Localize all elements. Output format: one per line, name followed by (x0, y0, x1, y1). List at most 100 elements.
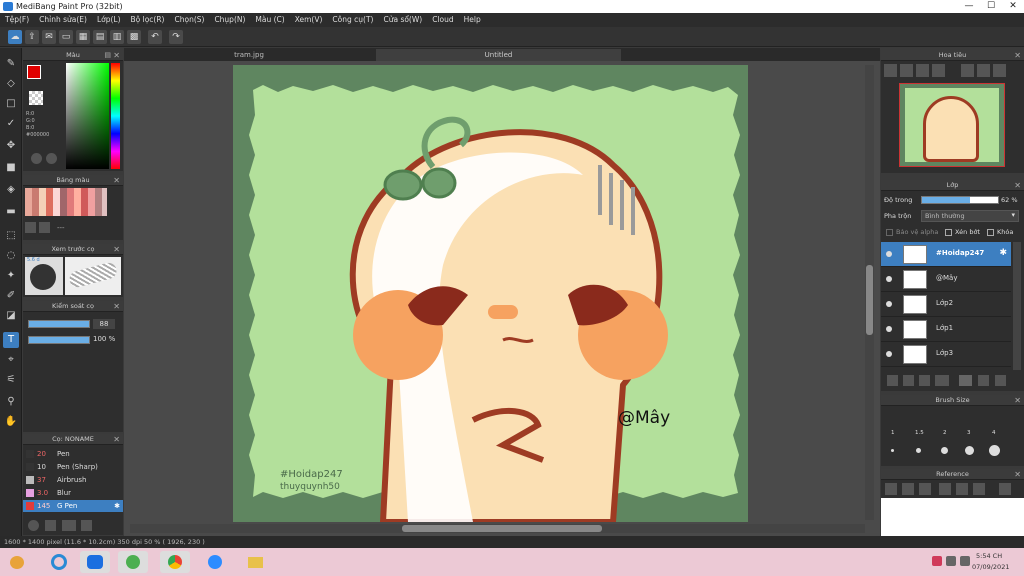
new-brush-icon[interactable] (45, 520, 56, 531)
brush-item[interactable]: 20 Pen (23, 448, 123, 460)
close-icon[interactable]: ✕ (113, 434, 120, 445)
menu-view[interactable]: Xem(V) (290, 13, 328, 26)
file-explorer-icon[interactable] (240, 551, 270, 573)
color-tool-icon[interactable] (46, 153, 57, 164)
rect-icon[interactable]: □ (3, 96, 19, 112)
eye-icon[interactable] (886, 251, 892, 257)
redo-icon[interactable]: ↷ (169, 30, 183, 44)
close-icon[interactable]: ✕ (1014, 180, 1021, 191)
layer-row-selected[interactable]: #Hoidap247 ✱ (881, 242, 1011, 267)
new-8bit-layer-icon[interactable] (919, 375, 930, 386)
brush-item[interactable]: 3.0 Blur (23, 487, 123, 499)
transparent-swatch[interactable] (29, 91, 43, 105)
horizontal-scrollbar-thumb[interactable] (402, 525, 602, 532)
hue-slider[interactable] (111, 63, 120, 169)
menu-file[interactable]: Tệp(F) (0, 13, 34, 26)
text-icon[interactable]: T (3, 332, 19, 348)
eye-icon[interactable] (886, 301, 892, 307)
comment-icon[interactable]: ✉ (42, 30, 56, 44)
close-icon[interactable]: ✕ (1014, 50, 1021, 61)
undo-icon[interactable]: ↶ (148, 30, 162, 44)
coccoc-icon[interactable] (118, 551, 148, 573)
brush-icon[interactable]: ✎ (3, 56, 19, 72)
select-eraser-icon[interactable]: ◪ (3, 308, 19, 324)
canvas[interactable]: @Mây #Hoidap247 thuyquynh50 (233, 65, 748, 525)
vertical-scrollbar[interactable] (865, 65, 874, 520)
reset-rotate-icon[interactable] (977, 64, 990, 77)
zoom-in-icon[interactable] (939, 483, 951, 495)
open-folder-icon[interactable] (902, 483, 914, 495)
menu-layer[interactable]: Lớp(L) (92, 13, 126, 26)
zoom-app-icon[interactable] (200, 551, 230, 573)
add-brush-icon[interactable] (28, 520, 39, 531)
close-icon[interactable]: ✕ (113, 301, 120, 312)
zalo-icon[interactable] (80, 551, 110, 573)
protect-alpha-checkbox[interactable] (886, 229, 893, 236)
columns-icon[interactable]: ▥ (110, 30, 124, 44)
new-palette-icon[interactable] (25, 222, 36, 233)
dot-icon[interactable]: ✓ (3, 116, 19, 132)
divide-icon[interactable]: ⚟ (3, 372, 19, 388)
chat-icon[interactable]: ▭ (59, 30, 73, 44)
rotate-icon[interactable] (961, 64, 974, 77)
foreground-color-swatch[interactable] (27, 65, 41, 79)
magic-wand-icon[interactable]: ✦ (3, 268, 19, 284)
upload-icon[interactable]: ⇪ (25, 30, 39, 44)
menu-help[interactable]: Help (459, 13, 486, 26)
fill-rect-icon[interactable]: ■ (3, 160, 19, 176)
brush-item[interactable]: 10 Pen (Sharp) (23, 461, 123, 473)
eraser-icon[interactable]: ◇ (3, 76, 19, 92)
menu-edit[interactable]: Chỉnh sửa(E) (34, 13, 92, 26)
brush-item-selected[interactable]: 145 G Pen ✱ (23, 500, 123, 512)
color-sv-picker[interactable] (66, 63, 109, 169)
zoom-out-icon[interactable] (932, 64, 945, 77)
select-pen-icon[interactable]: ✐ (3, 288, 19, 304)
close-button[interactable]: ✕ (1002, 0, 1024, 13)
layer-row[interactable]: Lớp3 (881, 342, 1011, 367)
volume-icon[interactable] (960, 556, 970, 566)
grid-icon[interactable]: ▦ (76, 30, 90, 44)
menu-snap[interactable]: Chụp(N) (209, 13, 250, 26)
close-icon[interactable]: ✕ (1014, 469, 1021, 480)
lock-checkbox[interactable] (987, 229, 994, 236)
zoom-fit-icon[interactable] (956, 483, 968, 495)
brush-item[interactable]: 37 Airbrush (23, 474, 123, 486)
layer-row[interactable]: @Mây (881, 267, 1011, 292)
ie-icon[interactable] (44, 551, 74, 573)
gradient-icon[interactable]: ▬ (3, 204, 19, 220)
menu-icon[interactable]: ▤ (104, 50, 111, 61)
tray-icon[interactable] (932, 556, 942, 566)
navigator-thumbnail[interactable] (899, 83, 1005, 167)
tab-untitled[interactable]: Untitled (376, 49, 621, 61)
merge-layer-icon[interactable] (995, 375, 1006, 386)
menu-tools[interactable]: Công cụ(T) (327, 13, 378, 26)
layer-opacity-slider[interactable] (921, 196, 999, 204)
upload-icon[interactable] (885, 483, 897, 495)
eyedropper-icon[interactable]: ⚲ (3, 394, 19, 410)
menu-select[interactable]: Chọn(S) (169, 13, 209, 26)
select-icon[interactable]: ⬚ (3, 228, 19, 244)
menu-filter[interactable]: Bộ lọc(R) (126, 13, 170, 26)
close-icon[interactable]: ✕ (113, 244, 120, 255)
close-icon[interactable] (919, 483, 931, 495)
horizontal-scrollbar[interactable] (130, 524, 865, 533)
blend-mode-select[interactable]: Bình thường ▾ (921, 210, 1019, 222)
brush-settings-icon[interactable] (81, 520, 92, 531)
brush-opacity-slider[interactable] (28, 336, 90, 344)
zoom-in-icon[interactable] (884, 64, 897, 77)
clip-checkbox[interactable] (945, 229, 952, 236)
lasso-icon[interactable]: ◌ (3, 248, 19, 264)
size-dot[interactable] (891, 449, 894, 452)
maximize-button[interactable]: ☐ (980, 0, 1002, 13)
new-halftone-layer-icon[interactable] (903, 375, 914, 386)
menu-color[interactable]: Màu (C) (250, 13, 289, 26)
eye-icon[interactable] (886, 351, 892, 357)
hand-icon[interactable]: ✋ (3, 414, 19, 430)
cloud-icon[interactable]: ☁ (8, 30, 22, 44)
close-icon[interactable]: ✕ (1014, 395, 1021, 406)
eye-icon[interactable] (886, 326, 892, 332)
duplicate-layer-icon[interactable] (978, 375, 989, 386)
gear-icon[interactable]: ✱ (999, 248, 1007, 258)
flip-icon[interactable] (993, 64, 1006, 77)
palette-swatches[interactable] (25, 188, 107, 216)
